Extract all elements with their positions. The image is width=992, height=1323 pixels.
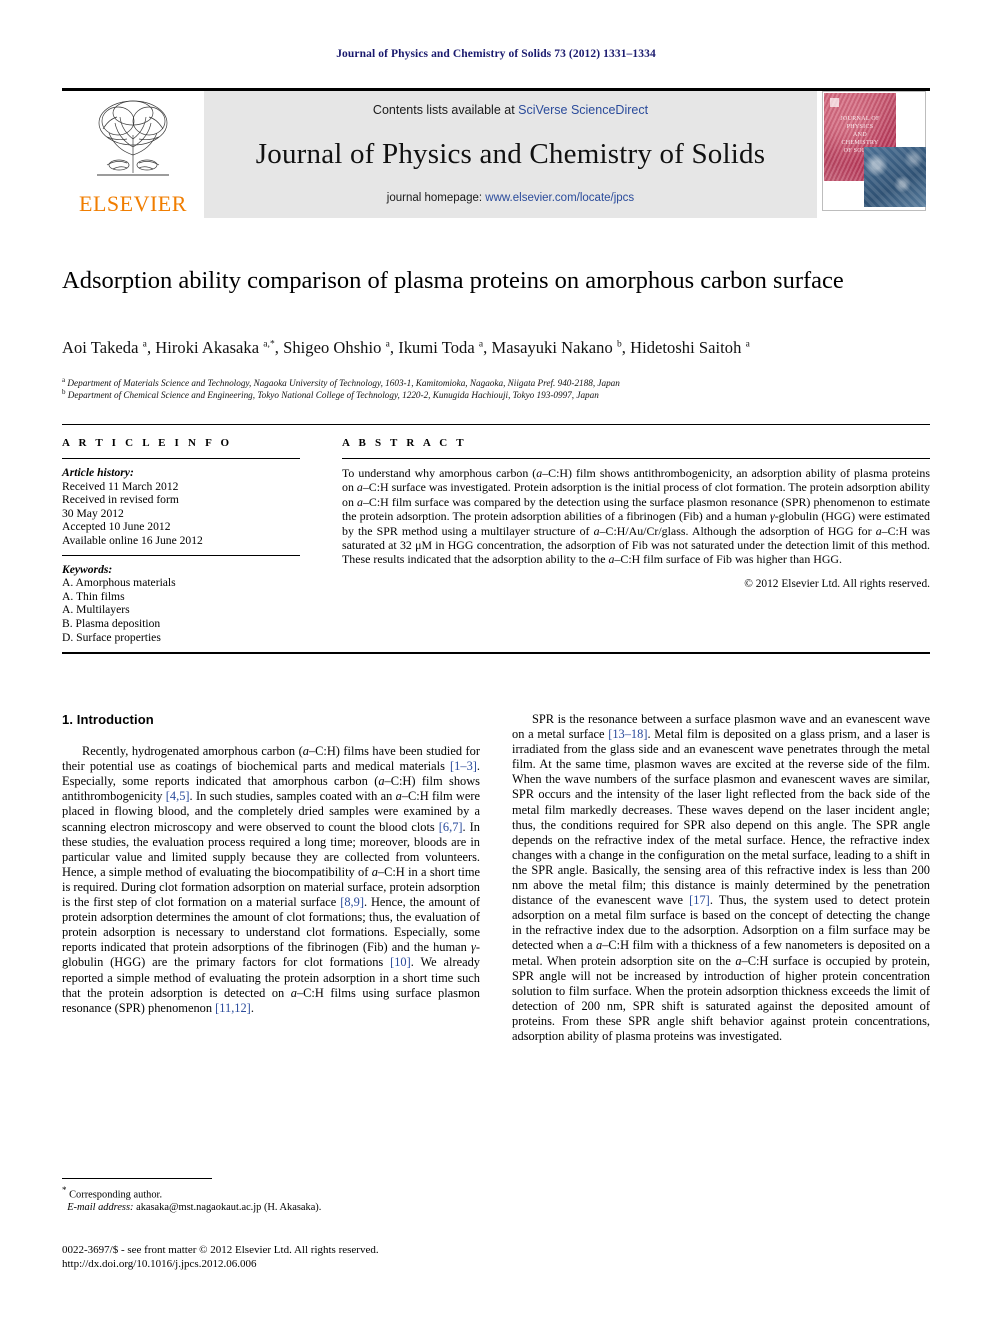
corresponding-author-text: Corresponding author.: [69, 1189, 163, 1201]
abstract-heading: A B S T R A C T: [342, 437, 467, 449]
keywords-block: Keywords: A. Amorphous materials A. Thin…: [62, 563, 300, 645]
history-item: 30 May 2012: [62, 506, 124, 520]
affiliation-b-text: Department of Chemical Science and Engin…: [67, 390, 599, 401]
abstract-rule: [342, 458, 930, 459]
history-item: Received in revised form: [62, 493, 179, 507]
paper-title: Adsorption ability comparison of plasma …: [62, 267, 844, 294]
keyword-item: B. Plasma deposition: [62, 616, 161, 630]
keyword-item: D. Surface properties: [62, 630, 161, 644]
corresponding-author-note: * Corresponding author.: [62, 1184, 480, 1201]
affiliation-b: b Department of Chemical Science and Eng…: [62, 386, 942, 401]
cover-back-image: [864, 147, 926, 207]
contents-prefix: Contents lists available at: [372, 103, 519, 117]
article-info-heading: A R T I C L E I N F O: [62, 437, 233, 449]
elsevier-logo: ELSEVIER: [62, 91, 204, 218]
email-note: E-mail address: akasaka@mst.nagaokaut.ac…: [62, 1201, 480, 1214]
affiliation-marker-a: a: [62, 376, 66, 384]
article-info-section: A R T I C L E I N F O Article history: R…: [62, 437, 300, 644]
history-item: Accepted 10 June 2012: [62, 520, 171, 534]
journal-masthead: ELSEVIER Contents lists available at Sci…: [62, 88, 930, 218]
abstract-text: To understand why amorphous carbon (a–C:…: [342, 466, 931, 567]
article-history-label: Article history:: [62, 466, 134, 479]
elsevier-tree-icon: [97, 100, 169, 176]
keywords-label: Keywords:: [62, 562, 113, 576]
page-footer: 0022-3697/$ - see front matter © 2012 El…: [62, 1243, 562, 1271]
intro-paragraph-right: SPR is the resonance between a surface p…: [512, 712, 931, 1043]
cover-elsevier-mark-icon: [830, 98, 839, 107]
doi-line[interactable]: http://dx.doi.org/10.1016/j.jpcs.2012.06…: [62, 1257, 562, 1271]
footnote-block: * Corresponding author. E-mail address: …: [62, 1184, 480, 1214]
asterisk-icon: *: [62, 1185, 67, 1195]
issn-line: 0022-3697/$ - see front matter © 2012 El…: [62, 1244, 379, 1256]
contents-available-line: Contents lists available at SciVerse Sci…: [373, 103, 648, 117]
keywords-rule: [62, 554, 300, 556]
article-history-block: Article history: Received 11 March 2012 …: [62, 466, 300, 548]
affiliation-marker-b: b: [62, 388, 66, 396]
keyword-item: A. Thin films: [62, 589, 125, 603]
email-address[interactable]: akasaka@mst.nagaokaut.ac.jp (H. Akasaka)…: [136, 1202, 321, 1213]
sciencedirect-banner: Contents lists available at SciVerse Sci…: [204, 91, 817, 218]
keyword-item: A. Multilayers: [62, 603, 130, 617]
homepage-prefix: journal homepage:: [386, 192, 486, 204]
email-label: E-mail address:: [67, 1202, 134, 1214]
divider-below-abstract: [62, 652, 930, 654]
journal-homepage-line: journal homepage: www.elsevier.com/locat…: [387, 192, 634, 204]
section-heading-introduction: 1. Introduction: [62, 712, 154, 727]
article-info-rule: [62, 458, 300, 459]
footnote-divider: [62, 1178, 212, 1179]
author-list: Aoi Takeda a, Hiroki Akasaka a,*, Shigeo…: [62, 338, 750, 357]
elsevier-wordmark: ELSEVIER: [79, 191, 187, 216]
journal-homepage-link[interactable]: www.elsevier.com/locate/jpcs: [485, 192, 634, 204]
sciencedirect-link[interactable]: SciVerse ScienceDirect: [518, 103, 648, 117]
body-column-right: SPR is the resonance between a surface p…: [512, 712, 930, 1044]
history-item: Available online 16 June 2012: [62, 533, 203, 547]
journal-cover-thumbnail: JOURNAL OF PHYSICS AND CHEMISTRY OF SOLIDS: [817, 91, 930, 218]
intro-paragraph-left: Recently, hydrogenated amorphous carbon …: [62, 744, 481, 1015]
running-head: Journal of Physics and Chemistry of Soli…: [336, 48, 656, 60]
divider-above-abstract: [62, 424, 930, 425]
keyword-item: A. Amorphous materials: [62, 576, 176, 590]
body-column-left: 1. Introduction Recently, hydrogenated a…: [62, 712, 480, 1016]
abstract-copyright: © 2012 Elsevier Ltd. All rights reserved…: [744, 577, 930, 590]
abstract-section: A B S T R A C T To understand why amorph…: [342, 437, 930, 590]
journal-title: Journal of Physics and Chemistry of Soli…: [255, 138, 766, 170]
history-item: Received 11 March 2012: [62, 479, 179, 493]
paper-page: Journal of Physics and Chemistry of Soli…: [0, 0, 992, 1323]
